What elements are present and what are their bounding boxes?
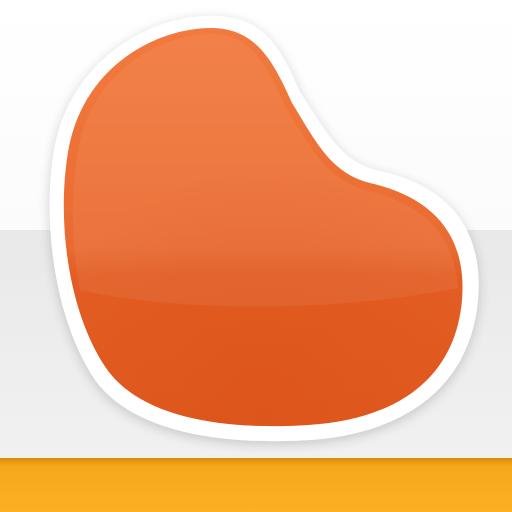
app-icon [0,0,512,512]
bean-highlight [72,33,459,307]
bean-icon [49,15,479,442]
accent-bar [0,458,512,512]
